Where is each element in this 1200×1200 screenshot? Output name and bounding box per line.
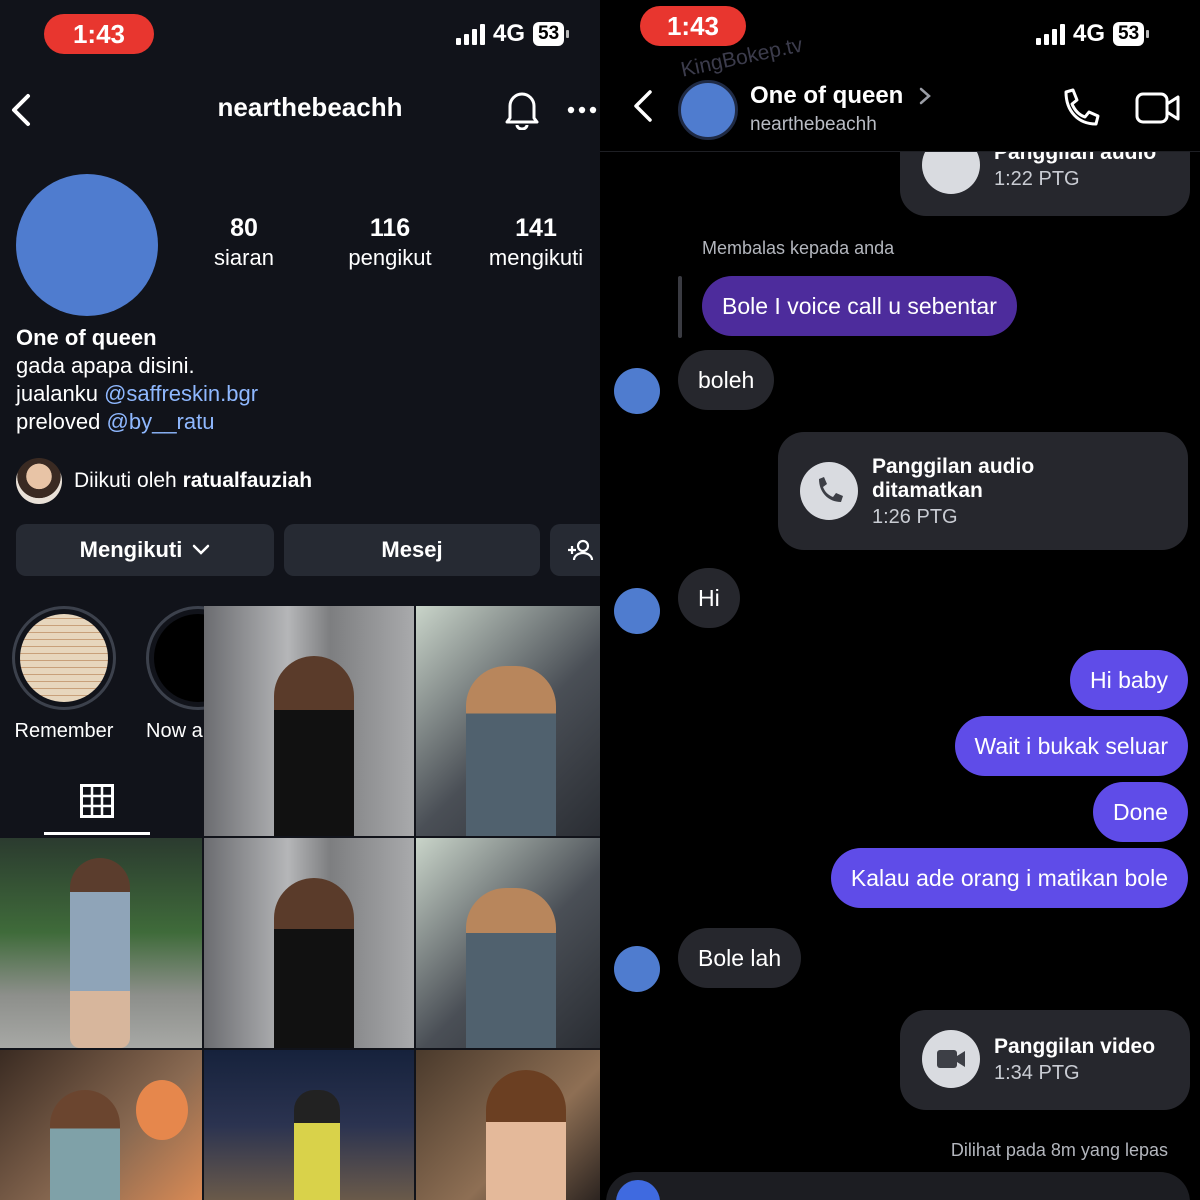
mention-link[interactable]: @saffreskin.bgr bbox=[104, 381, 258, 406]
call-log-audio-ended[interactable]: Panggilan audio ditamatkan 1:26 PTG bbox=[778, 432, 1188, 550]
reply-quote-bubble[interactable]: Bole I voice call u sebentar bbox=[702, 276, 1017, 336]
suggest-people-button[interactable] bbox=[550, 524, 600, 576]
grid-photo-garden[interactable] bbox=[0, 838, 202, 1048]
signal-icon bbox=[1036, 23, 1065, 45]
bio-line: jualanku @saffreskin.bgr bbox=[16, 381, 259, 406]
sender-avatar bbox=[614, 588, 660, 634]
dm-contact-username: nearthebeachh bbox=[750, 114, 877, 135]
message-outgoing[interactable]: Kalau ade orang i matikan bole bbox=[830, 848, 1188, 908]
battery-icon: 53 bbox=[533, 22, 570, 46]
status-time: 1:43 bbox=[44, 14, 154, 54]
network-label: 4G bbox=[493, 20, 526, 47]
sender-avatar bbox=[614, 368, 660, 414]
seen-status: Dilihat pada 8m yang lepas bbox=[950, 1140, 1168, 1160]
message-outgoing[interactable]: Done bbox=[1093, 782, 1188, 842]
display-name: One of queen bbox=[16, 325, 157, 350]
message-outgoing[interactable]: Hi baby bbox=[1070, 650, 1188, 710]
grid-photo-elevator[interactable] bbox=[204, 606, 414, 836]
chevron-right-icon[interactable] bbox=[918, 86, 932, 106]
message-incoming[interactable]: boleh bbox=[678, 350, 775, 410]
reply-label: Membalas kepada anda bbox=[702, 238, 895, 258]
sender-avatar bbox=[614, 946, 660, 992]
grid-photo-elevator-2[interactable] bbox=[204, 838, 414, 1048]
bio-line: gada apapa disini. bbox=[16, 353, 195, 378]
signal-icon bbox=[456, 23, 485, 45]
message-incoming[interactable]: Hi bbox=[678, 568, 740, 628]
camera-icon[interactable] bbox=[616, 1180, 660, 1200]
grid-tab-indicator bbox=[44, 832, 150, 835]
follower-avatar bbox=[16, 458, 62, 504]
chevron-down-icon bbox=[193, 544, 210, 555]
grid-photo-cafe[interactable] bbox=[416, 1050, 600, 1200]
more-icon[interactable] bbox=[566, 104, 600, 116]
mention-link[interactable]: @by__ratu bbox=[107, 409, 215, 434]
back-icon[interactable] bbox=[630, 88, 656, 124]
followed-by[interactable]: Diikuti oleh ratualfauziah bbox=[16, 458, 312, 504]
grid-photo-street[interactable] bbox=[204, 1050, 414, 1200]
stat-followers[interactable]: 116 pengikut bbox=[330, 214, 450, 271]
dm-avatar[interactable] bbox=[678, 80, 738, 140]
status-indicators: 4G 53 bbox=[1036, 20, 1150, 48]
video-call-icon bbox=[922, 1030, 980, 1088]
status-indicators: 4G 53 bbox=[456, 20, 570, 48]
stat-posts[interactable]: 80 siaran bbox=[194, 214, 294, 271]
dm-screen: 1:43 4G 53 One of queen nearthebeachh Pa… bbox=[600, 0, 1200, 1200]
grid-icon[interactable] bbox=[80, 784, 114, 818]
add-person-icon bbox=[568, 539, 594, 561]
highlight-remember[interactable]: Remember bbox=[12, 606, 116, 743]
profile-avatar[interactable] bbox=[16, 174, 158, 316]
reply-bar bbox=[678, 276, 682, 338]
bio-line: preloved @by__ratu bbox=[16, 409, 215, 434]
following-button[interactable]: Mengikuti bbox=[16, 524, 274, 576]
stat-following[interactable]: 141 mengikuti bbox=[474, 214, 598, 271]
video-icon[interactable] bbox=[1134, 88, 1182, 128]
grid-photo-balloon[interactable] bbox=[0, 1050, 202, 1200]
message-composer[interactable] bbox=[606, 1172, 1190, 1200]
message-button[interactable]: Mesej bbox=[284, 524, 540, 576]
call-log-video[interactable]: Panggilan video 1:34 PTG bbox=[900, 1010, 1190, 1110]
phone-icon[interactable] bbox=[1058, 86, 1102, 130]
call-icon bbox=[800, 462, 858, 520]
network-label: 4G bbox=[1073, 20, 1106, 47]
grid-photo-car-2[interactable] bbox=[416, 838, 600, 1048]
profile-bio: One of queen gada apapa disini. jualanku… bbox=[16, 324, 258, 436]
dm-contact-name[interactable]: One of queen bbox=[750, 82, 903, 110]
highlight-cover bbox=[20, 614, 108, 702]
profile-screen: 1:43 4G 53 nearthebeachh 80 siaran 116 p… bbox=[0, 0, 600, 1200]
grid-photo-car[interactable] bbox=[416, 606, 600, 836]
status-time: 1:43 bbox=[640, 6, 746, 46]
message-incoming[interactable]: Bole lah bbox=[678, 928, 802, 988]
bell-icon[interactable] bbox=[502, 88, 542, 130]
message-outgoing[interactable]: Wait i bukak seluar bbox=[954, 716, 1188, 776]
battery-icon: 53 bbox=[1113, 22, 1150, 46]
